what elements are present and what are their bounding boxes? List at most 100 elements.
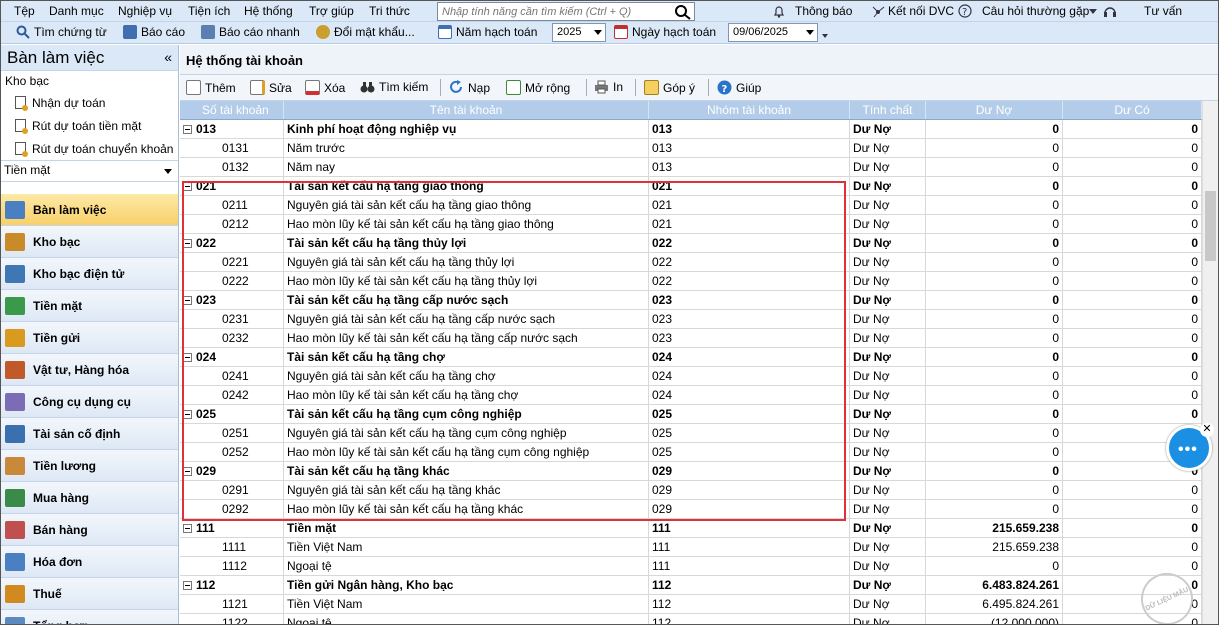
table-row[interactable]: 0292 Hao mòn lũy kế tài sản kết cấu hạ tầ… [180,500,1202,519]
sidebar-item-treasury[interactable]: Kho bạc [1,226,178,258]
scrollbar-thumb[interactable] [1205,191,1216,261]
column-header-nature[interactable]: Tính chất [850,101,926,119]
support-link[interactable]: Tư vấn [1144,4,1182,18]
menu-catalog[interactable]: Danh mục [49,4,104,18]
table-row[interactable]: 1111 Tiền Việt Nam 111 Dư Nợ 215.659.238 0 [180,538,1202,557]
sidebar-item-deposits[interactable]: Tiền gửi [1,322,178,354]
sidebar-item-general[interactable]: Tổng hợp [1,610,178,624]
table-row[interactable]: 0221 Nguyên giá tài sản kết cấu hạ tầng t… [180,253,1202,272]
sidebar-item-fixed-assets[interactable]: Tài sản cố định [1,418,178,450]
table-row[interactable]: 1112 Ngoại tệ 111 Dư Nợ 0 0 [180,557,1202,576]
change-password-button[interactable]: Đổi mật khẩu... [316,25,415,39]
table-row[interactable]: 0252 Hao mòn lũy kế tài sản kết cấu hạ tầ… [180,443,1202,462]
sidebar-item-tools[interactable]: Công cụ dụng cụ [1,386,178,418]
sidebar-sub-withdraw-cash[interactable]: Rút dự toán tiền mặt [1,114,178,137]
table-row[interactable]: 0211 Nguyên giá tài sản kết cấu hạ tầng g… [180,196,1202,215]
feature-search-box[interactable] [437,2,695,21]
delete-button[interactable]: Xóa [305,80,345,95]
table-row[interactable]: 023 Tài sản kết cấu hạ tầng cấp nước sạch… [180,291,1202,310]
collapse-toggle-icon[interactable] [183,410,192,419]
menu-knowledge[interactable]: Tri thức [369,4,410,18]
table-row[interactable]: 025 Tài sản kết cấu hạ tầng cụm công nghi… [180,405,1202,424]
table-row[interactable]: 0132 Năm nay 013 Dư Nợ 0 0 [180,158,1202,177]
chevron-down-icon[interactable] [806,30,814,35]
help-button[interactable]: ? Giúp [717,80,761,95]
table-row[interactable]: 111 Tiền mặt 111 Dư Nợ 215.659.238 0 [180,519,1202,538]
menu-operations[interactable]: Nghiệp vụ [118,4,172,18]
collapse-toggle-icon[interactable] [183,182,192,191]
collapse-toggle-icon[interactable] [183,353,192,362]
faq-dropdown-icon[interactable] [1089,9,1097,14]
table-row[interactable]: 0291 Nguyên giá tài sản kết cấu hạ tầng k… [180,481,1202,500]
table-row[interactable]: 0251 Nguyên giá tài sản kết cấu hạ tầng c… [180,424,1202,443]
fiscal-year-select[interactable]: 2025 [552,23,606,42]
sidebar-item-invoices[interactable]: Hóa đơn [1,546,178,578]
network-icon[interactable] [871,5,886,18]
collapse-toggle-icon[interactable] [183,296,192,305]
menu-file[interactable]: Tệp [14,4,35,18]
table-row[interactable]: 029 Tài sản kết cấu hạ tầng khác 029 Dư Nợ 0… [180,462,1202,481]
toolbar-overflow-icon[interactable] [822,34,828,38]
chevron-down-icon[interactable] [164,169,172,174]
collapse-toggle-icon[interactable] [183,524,192,533]
column-header-account-name[interactable]: Tên tài khoản [284,101,649,119]
sidebar-sub-withdraw-transfer[interactable]: Rút dự toán chuyển khoản [1,137,178,160]
sidebar-item-payroll[interactable]: Tiền lương [1,450,178,482]
column-header-account-group[interactable]: Nhóm tài khoản [649,101,850,119]
sidebar-item-workspace[interactable]: Bàn làm việc [1,194,178,226]
headset-icon[interactable] [1102,4,1118,19]
collapse-toggle-icon[interactable] [183,239,192,248]
menu-utilities[interactable]: Tiện ích [188,4,230,18]
table-row[interactable]: 0231 Nguyên giá tài sản kết cấu hạ tầng c… [180,310,1202,329]
table-row[interactable]: 1122 Ngoại tệ 112 Dư Nợ (12.000.000) 0 [180,614,1202,624]
feedback-button[interactable]: Góp ý [644,80,695,95]
find-voucher-button[interactable]: Tìm chứng từ [16,25,107,39]
search-button[interactable]: Tìm kiếm [360,80,428,94]
vertical-scrollbar[interactable] [1202,101,1218,624]
table-row[interactable]: 024 Tài sản kết cấu hạ tầng chợ 024 Dư Nợ 0 0 [180,348,1202,367]
table-row[interactable]: 1121 Tiền Việt Nam 112 Dư Nợ 6.495.824.261 0 [180,595,1202,614]
notifications-link[interactable]: Thông báo [795,4,852,18]
chevron-down-icon[interactable] [594,30,602,35]
sidebar-sub-receive-estimate[interactable]: Nhận dự toán [1,91,178,114]
report-button[interactable]: Báo cáo [123,25,185,39]
menu-help[interactable]: Trợ giúp [309,4,354,18]
column-header-account-number[interactable]: Số tài khoản [180,101,284,119]
sidebar-item-purchasing[interactable]: Mua hàng [1,482,178,514]
sidebar-item-materials[interactable]: Vật tư, Hàng hóa [1,354,178,386]
column-header-credit[interactable]: Dư Có [1063,101,1202,119]
add-button[interactable]: Thêm [186,80,236,95]
print-button[interactable]: In [594,80,623,94]
edit-button[interactable]: Sửa [250,80,292,95]
collapse-toggle-icon[interactable] [183,125,192,134]
sidebar-item-e-treasury[interactable]: Kho bạc điện tử [1,258,178,290]
table-row[interactable]: 0131 Năm trước 013 Dư Nợ 0 0 [180,139,1202,158]
sidebar-item-tax[interactable]: Thuế [1,578,178,610]
column-header-debit[interactable]: Dư Nợ [926,101,1063,119]
search-icon[interactable] [674,4,692,20]
sidebar-item-cash[interactable]: Tiền mặt [1,290,178,322]
feature-search-input[interactable] [438,3,670,20]
reload-button[interactable]: Nạp [449,80,490,95]
bell-icon[interactable] [773,5,785,18]
table-row[interactable]: 0212 Hao mòn lũy kế tài sản kết cấu hạ tầ… [180,215,1202,234]
collapse-icon[interactable]: « [164,49,172,65]
table-row[interactable]: 0242 Hao mòn lũy kế tài sản kết cấu hạ tầ… [180,386,1202,405]
menu-system[interactable]: Hệ thống [244,4,293,18]
table-row[interactable]: 013 Kinh phí hoạt động nghiệp vụ 013 Dư Nợ 0… [180,120,1202,139]
table-row[interactable]: 022 Tài sản kết cấu hạ tầng thủy lợi 022 Dư… [180,234,1202,253]
table-row[interactable]: 0222 Hao mòn lũy kế tài sản kết cấu hạ tầ… [180,272,1202,291]
faq-link[interactable]: Câu hỏi thường gặp [982,4,1089,18]
collapse-toggle-icon[interactable] [183,467,192,476]
posting-date-input[interactable]: 09/06/2025 [728,23,818,42]
collapse-toggle-icon[interactable] [183,581,192,590]
sidebar-item-sales[interactable]: Bán hàng [1,514,178,546]
expand-button[interactable]: Mở rộng [506,80,570,95]
question-icon[interactable]: ? [958,4,972,18]
table-row[interactable]: 0232 Hao mòn lũy kế tài sản kết cấu hạ tầ… [180,329,1202,348]
table-row[interactable]: 112 Tiền gửi Ngân hàng, Kho bạc 112 Dư Nợ 6.… [180,576,1202,595]
connect-dvc-link[interactable]: Kết nối DVC [888,4,954,18]
sidebar-module-select[interactable]: Tiền mặt [1,160,178,182]
quick-report-button[interactable]: Báo cáo nhanh [201,25,300,39]
table-row[interactable]: 0241 Nguyên giá tài sản kết cấu hạ tầng c… [180,367,1202,386]
